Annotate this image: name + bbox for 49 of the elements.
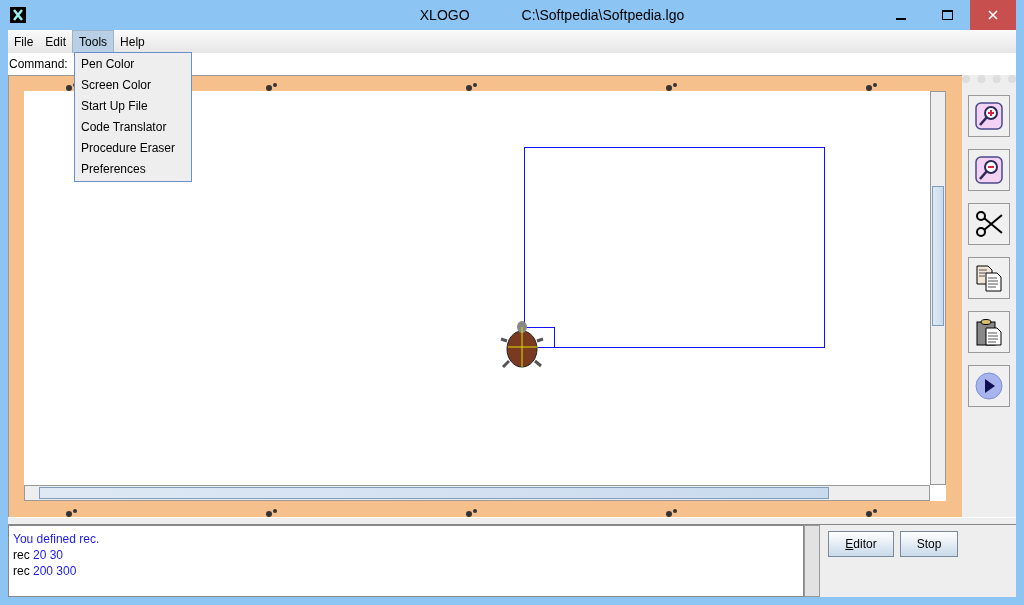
menu-item[interactable]: Help xyxy=(114,30,151,53)
window-title: XLOGO xyxy=(419,7,470,23)
clipboard-icon xyxy=(975,318,1003,346)
paste-button[interactable] xyxy=(968,311,1010,353)
menu-item[interactable]: Tools xyxy=(72,30,115,53)
menu-item[interactable]: File xyxy=(8,30,40,53)
play-icon xyxy=(975,372,1003,400)
documents-icon xyxy=(975,264,1003,292)
minimize-icon xyxy=(896,18,906,20)
dropdown-item[interactable]: Start Up File xyxy=(75,96,191,117)
turtle-pattern-icon xyxy=(266,509,277,517)
zoom-in-button[interactable] xyxy=(968,95,1010,137)
dropdown-item[interactable]: Preferences xyxy=(75,159,191,180)
dropdown-item[interactable]: Procedure Eraser xyxy=(75,138,191,159)
vertical-scrollbar[interactable] xyxy=(804,525,820,597)
editor-button[interactable]: Editor xyxy=(828,531,894,557)
maximize-icon xyxy=(941,10,953,20)
zoom-in-icon xyxy=(975,102,1003,130)
stop-button[interactable]: Stop xyxy=(900,531,958,557)
horizontal-scrollbar[interactable] xyxy=(24,485,930,501)
turtle-pattern-icon xyxy=(466,83,477,91)
menu-item[interactable]: Edit xyxy=(39,30,73,53)
dropdown-item[interactable]: Screen Color xyxy=(75,75,191,96)
vertical-scrollbar[interactable] xyxy=(930,91,946,485)
output-message: You defined rec. xyxy=(13,531,101,547)
turtle-pattern-icon xyxy=(466,509,477,517)
turtle-pattern-icon xyxy=(66,509,77,517)
command-label: Command: xyxy=(8,57,68,71)
turtle-pattern-icon xyxy=(666,509,677,517)
turtle-icon xyxy=(499,321,545,369)
turtle-pattern-icon xyxy=(266,83,277,91)
scissors-icon xyxy=(975,210,1003,238)
file-path: C:\Softpedia\Softpedia.lgo xyxy=(521,7,685,23)
close-icon xyxy=(988,10,998,20)
cut-button[interactable] xyxy=(968,203,1010,245)
app-logo-icon xyxy=(10,7,26,23)
zoom-out-icon xyxy=(975,156,1003,184)
run-button[interactable] xyxy=(968,365,1010,407)
dropdown-item[interactable]: Pen Color xyxy=(75,54,191,75)
copy-button[interactable] xyxy=(968,257,1010,299)
splitter-bar[interactable] xyxy=(8,517,1016,525)
zoom-out-button[interactable] xyxy=(968,149,1010,191)
turtle-pattern-icon xyxy=(866,509,877,517)
history-command: rec 20 30 xyxy=(13,547,65,563)
history-command: rec 200 300 xyxy=(13,563,78,579)
dropdown-item[interactable]: Code Translator xyxy=(75,117,191,138)
turtle-pattern-icon xyxy=(66,83,77,91)
turtle-pattern-icon xyxy=(866,83,877,91)
turtle-pattern-icon xyxy=(666,83,677,91)
